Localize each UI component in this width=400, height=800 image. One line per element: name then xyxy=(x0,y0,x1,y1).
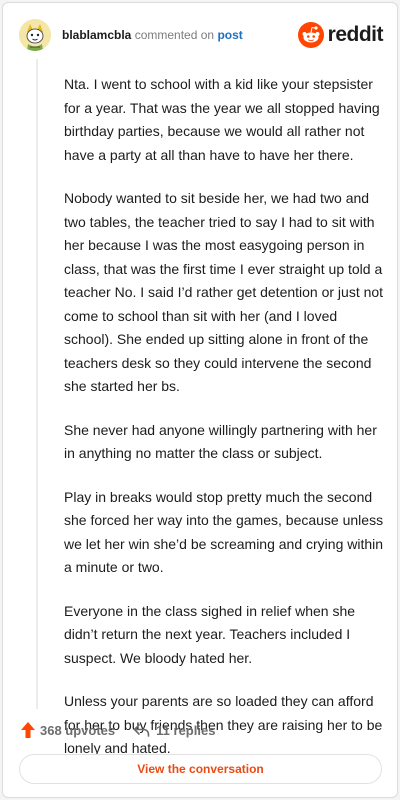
reddit-logo-icon xyxy=(297,22,324,48)
comment-paragraph: Play in breaks would stop pretty much th… xyxy=(64,488,384,576)
post-link[interactable]: post xyxy=(217,28,242,42)
avatar-icon xyxy=(19,19,51,51)
comment-paragraph: Nobody wanted to sit beside her, we had … xyxy=(64,190,384,394)
byline-action: commented on xyxy=(134,28,215,42)
comment-paragraph: Everyone in the class sighed in relief w… xyxy=(64,602,356,666)
username[interactable]: blablamcbla xyxy=(62,28,131,42)
upvote-count: 368 upvotes xyxy=(40,722,116,738)
view-conversation-button[interactable]: View the conversation xyxy=(19,754,382,784)
comment-header: blablamcbla commented on post reddit xyxy=(17,19,384,53)
thread-line[interactable] xyxy=(36,59,38,709)
comment-paragraph: Nta. I went to school with a kid like yo… xyxy=(64,76,380,163)
comment-card: blablamcbla commented on post reddit Nta… xyxy=(2,2,398,798)
upvote-arrow-icon[interactable] xyxy=(21,722,35,738)
comment-paragraph: She never had anyone willingly partnerin… xyxy=(64,421,377,462)
comment-footer: 368 upvotes 11 replies xyxy=(21,719,215,741)
brand-wordmark: reddit xyxy=(327,23,384,46)
user-avatar[interactable] xyxy=(19,19,51,51)
reply-count: 11 replies xyxy=(156,722,216,738)
reddit-brand: reddit xyxy=(297,21,384,49)
comment-byline: blablamcbla commented on post xyxy=(62,28,243,42)
reply-icon[interactable] xyxy=(133,723,150,737)
comment-body: Nta. I went to school with a kid like yo… xyxy=(64,73,386,781)
